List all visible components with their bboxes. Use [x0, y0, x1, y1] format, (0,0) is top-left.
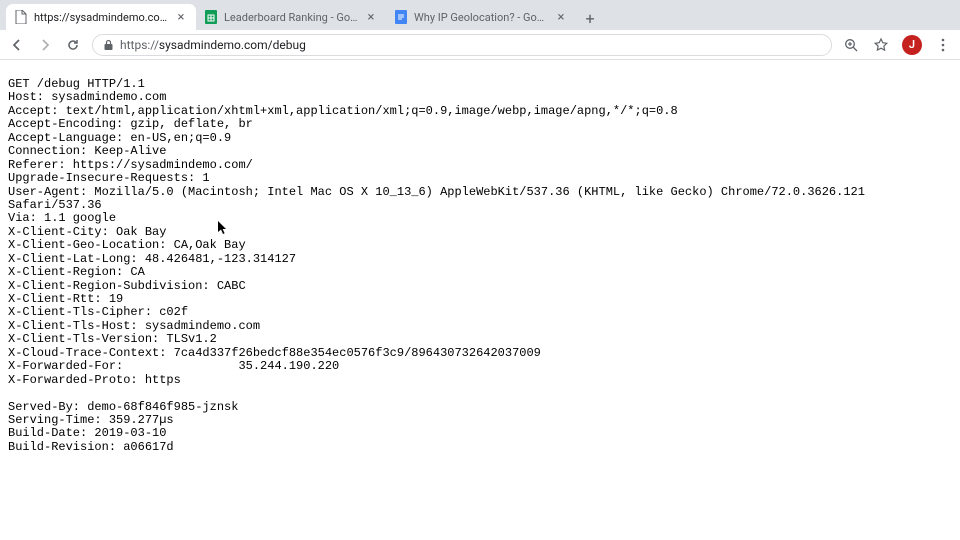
back-button[interactable] — [8, 36, 26, 54]
menu-icon[interactable] — [934, 36, 952, 54]
reload-button[interactable] — [64, 36, 82, 54]
tab-strip: https://sysadmindemo.com/de × Leaderboar… — [0, 0, 960, 30]
tab-2[interactable]: Why IP Geolocation? - Google × — [386, 4, 576, 30]
debug-output: GET /debug HTTP/1.1 Host: sysadmindemo.c… — [0, 72, 960, 460]
star-icon[interactable] — [872, 36, 890, 54]
close-icon[interactable]: × — [174, 10, 188, 25]
docs-icon — [394, 10, 408, 24]
toolbar: https://sysadmindemo.com/debug J — [0, 30, 960, 60]
lock-icon — [103, 39, 114, 51]
url: https://sysadmindemo.com/debug — [120, 38, 306, 52]
close-icon[interactable]: × — [364, 10, 378, 25]
tab-0[interactable]: https://sysadmindemo.com/de × — [6, 4, 196, 30]
page-icon — [14, 10, 28, 24]
sheets-icon — [204, 10, 218, 24]
mouse-cursor-icon — [218, 221, 228, 235]
address-bar[interactable]: https://sysadmindemo.com/debug — [92, 34, 832, 56]
tab-title: Leaderboard Ranking - Google — [224, 11, 358, 24]
avatar[interactable]: J — [902, 35, 922, 55]
zoom-icon[interactable] — [842, 36, 860, 54]
tab-1[interactable]: Leaderboard Ranking - Google × — [196, 4, 386, 30]
forward-button[interactable] — [36, 36, 54, 54]
tab-title: https://sysadmindemo.com/de — [34, 11, 168, 24]
tab-title: Why IP Geolocation? - Google — [414, 11, 548, 24]
new-tab-button[interactable]: + — [578, 6, 602, 30]
toolbar-right: J — [842, 35, 952, 55]
close-icon[interactable]: × — [554, 10, 568, 25]
